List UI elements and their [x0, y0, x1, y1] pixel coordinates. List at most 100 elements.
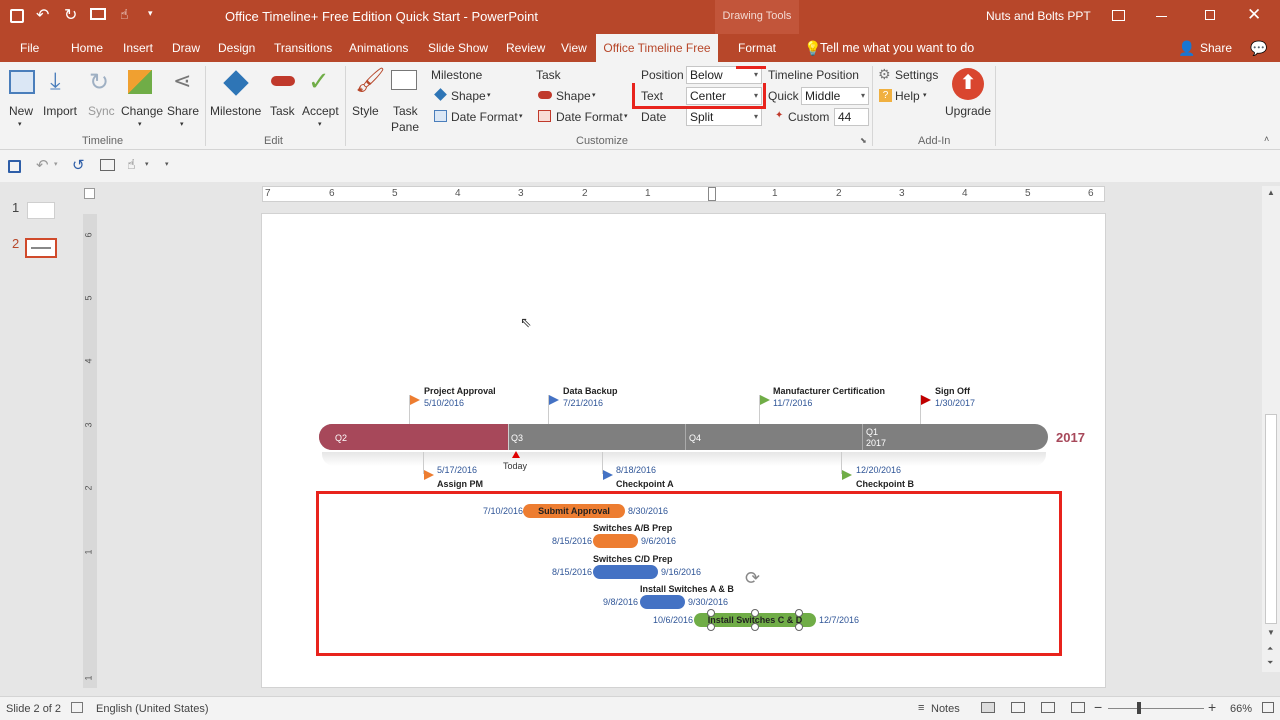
- save-icon[interactable]: [8, 160, 21, 173]
- comments-icon[interactable]: 💬: [1250, 34, 1267, 62]
- next-slide-icon[interactable]: ⏷: [1267, 658, 1273, 668]
- task-bar[interactable]: [593, 565, 658, 579]
- tab-format[interactable]: Format: [738, 34, 776, 62]
- milestone-flag-icon[interactable]: [549, 395, 559, 405]
- collapse-ribbon-icon[interactable]: ˄: [1264, 134, 1269, 144]
- task-pane-button[interactable]: Task Pane: [388, 66, 422, 134]
- milestone-shape-dropdown[interactable]: Shape: [451, 89, 486, 103]
- tab-review[interactable]: Review: [506, 34, 545, 62]
- scroll-up-icon[interactable]: ▲: [1267, 188, 1275, 197]
- ruler-indent-marker[interactable]: [708, 187, 716, 201]
- settings-button[interactable]: Settings: [895, 68, 938, 82]
- task-bar[interactable]: Submit Approval: [523, 504, 625, 518]
- tab-insert[interactable]: Insert: [123, 34, 153, 62]
- selection-handle[interactable]: [751, 609, 759, 617]
- custom-input[interactable]: 44: [834, 108, 869, 126]
- zoom-level[interactable]: 66%: [1230, 703, 1252, 715]
- help-button[interactable]: Help: [895, 89, 920, 103]
- tab-animations[interactable]: Animations: [349, 34, 408, 62]
- task-bar[interactable]: [640, 595, 685, 609]
- restore-icon[interactable]: [1205, 10, 1215, 20]
- tell-me-search[interactable]: Tell me what you want to do: [820, 34, 974, 62]
- repeat-icon[interactable]: ↻: [64, 5, 77, 25]
- tab-transitions[interactable]: Transitions: [274, 34, 332, 62]
- selection-handle[interactable]: [795, 623, 803, 631]
- scroll-down-icon[interactable]: ▼: [1267, 628, 1275, 637]
- selection-handle[interactable]: [707, 623, 715, 631]
- share-button[interactable]: Share: [1200, 34, 1232, 62]
- milestone-flag-icon[interactable]: [842, 470, 852, 480]
- account-name[interactable]: Nuts and Bolts PPT: [986, 9, 1091, 23]
- tab-home[interactable]: Home: [71, 34, 103, 62]
- slideshow-view-icon[interactable]: [1071, 702, 1085, 713]
- fit-slide-icon[interactable]: [1262, 702, 1274, 713]
- spelling-icon[interactable]: [71, 702, 83, 713]
- close-icon[interactable]: ✕: [1247, 5, 1261, 25]
- new-button[interactable]: New ▾: [6, 66, 38, 128]
- touch-dropdown-icon[interactable]: ▾: [145, 160, 149, 168]
- change-button[interactable]: Change ▾: [120, 66, 164, 128]
- undo-icon[interactable]: ↶: [36, 156, 49, 174]
- vertical-scrollbar[interactable]: ▲ ▼ ⏶ ⏷: [1262, 186, 1280, 672]
- previous-slide-icon[interactable]: ⏶: [1267, 644, 1273, 654]
- touch-mode-icon[interactable]: ☝: [120, 6, 129, 23]
- selection-handle[interactable]: [707, 609, 715, 617]
- milestone-button[interactable]: Milestone: [208, 66, 264, 128]
- task-date-format-dropdown[interactable]: Date Format: [556, 110, 623, 124]
- zoom-slider-thumb[interactable]: [1137, 702, 1141, 714]
- customize-qat-icon[interactable]: ▾: [165, 160, 169, 168]
- tab-draw[interactable]: Draw: [172, 34, 200, 62]
- slide-thumbnail-1[interactable]: [27, 202, 55, 219]
- zoom-slider[interactable]: [1108, 708, 1204, 709]
- undo-icon[interactable]: ↶: [36, 5, 49, 25]
- share-timeline-button[interactable]: ⋖ Share ▾: [166, 66, 200, 128]
- task-bar[interactable]: [593, 534, 638, 548]
- undo-dropdown-icon[interactable]: ▾: [54, 160, 58, 168]
- task-shape-dropdown[interactable]: Shape: [556, 89, 591, 103]
- task-button[interactable]: Task: [268, 66, 298, 128]
- zoom-out-icon[interactable]: −: [1094, 699, 1102, 715]
- reading-view-icon[interactable]: [1041, 702, 1055, 713]
- minimize-icon[interactable]: [1156, 16, 1167, 17]
- style-button[interactable]: 🖌 Style: [350, 66, 385, 128]
- slideshow-icon[interactable]: [100, 159, 115, 171]
- task-start-date: 8/15/2016: [552, 536, 593, 546]
- quick-select[interactable]: Middle ▾: [801, 87, 869, 105]
- zoom-in-icon[interactable]: +: [1208, 699, 1216, 715]
- change-dropdown-arrow: ▾: [138, 121, 142, 128]
- accept-button[interactable]: ✓ Accept ▾: [300, 66, 342, 128]
- milestone-date-format-dropdown[interactable]: Date Format: [451, 110, 518, 124]
- tab-file[interactable]: File: [20, 34, 39, 62]
- touch-mode-icon[interactable]: ☝: [127, 156, 136, 173]
- qat-customize-icon[interactable]: ▾: [148, 8, 153, 19]
- tab-design[interactable]: Design: [218, 34, 255, 62]
- import-button[interactable]: ⤓ Import: [42, 66, 82, 128]
- ribbon-display-options-icon[interactable]: [1112, 10, 1125, 21]
- repeat-icon[interactable]: ↺: [72, 156, 85, 174]
- language-indicator[interactable]: English (United States): [96, 703, 209, 715]
- start-from-beginning-icon[interactable]: [90, 8, 106, 20]
- tab-office-timeline-free[interactable]: Office Timeline Free: [596, 34, 718, 62]
- normal-view-icon[interactable]: [981, 702, 995, 713]
- tab-view[interactable]: View: [561, 34, 587, 62]
- scroll-thumb[interactable]: [1265, 414, 1277, 624]
- slide-sorter-icon[interactable]: [1011, 702, 1025, 713]
- milestone-flag-icon[interactable]: [410, 395, 420, 405]
- dialog-launcher-icon[interactable]: ⬊: [860, 136, 867, 145]
- milestone-flag-icon[interactable]: [424, 470, 434, 480]
- slide-thumbnail-2[interactable]: [25, 238, 57, 258]
- rotate-handle-icon[interactable]: ⟳: [745, 568, 760, 589]
- ruler-corner-icon[interactable]: [84, 188, 95, 199]
- position-label: Position: [641, 68, 684, 82]
- milestone-flag-icon[interactable]: [760, 395, 770, 405]
- milestone-flag-icon[interactable]: [921, 395, 931, 405]
- upgrade-button[interactable]: ⬆ Upgrade: [942, 66, 994, 128]
- task-pane-label: Task: [393, 104, 418, 118]
- selection-handle[interactable]: [751, 623, 759, 631]
- date-select[interactable]: Split ▾: [686, 108, 762, 126]
- selection-handle[interactable]: [795, 609, 803, 617]
- save-icon[interactable]: [10, 9, 24, 23]
- notes-button[interactable]: Notes: [931, 703, 960, 715]
- tab-slide-show[interactable]: Slide Show: [428, 34, 488, 62]
- milestone-flag-icon[interactable]: [603, 470, 613, 480]
